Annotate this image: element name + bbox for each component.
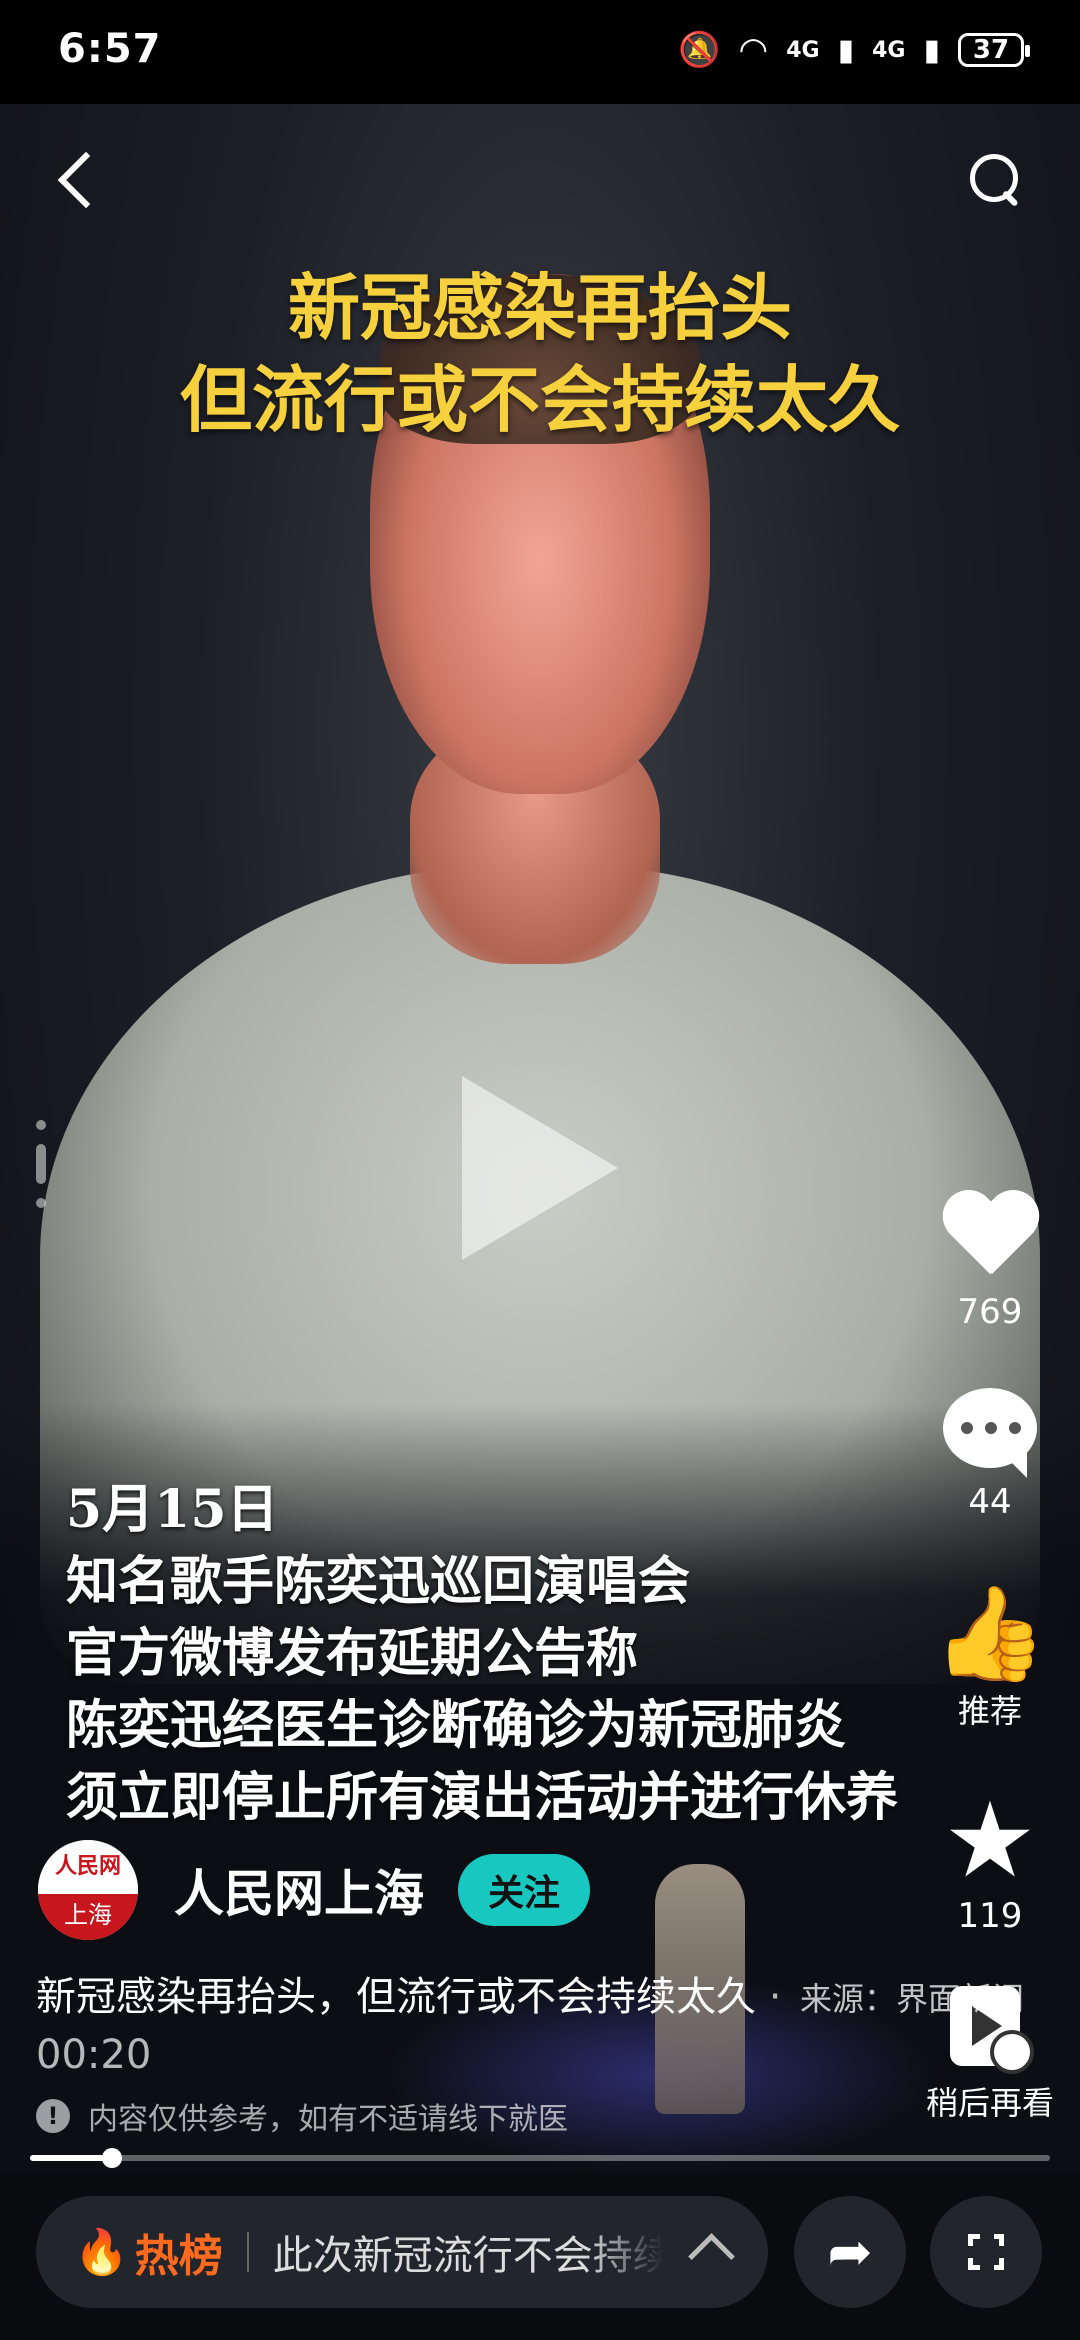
comment-count: 44 [968,1482,1012,1522]
status-bar: 6:57 🔕 ◠ 4G ▮ 4G ▮ 37 [0,0,1080,104]
caption-line: 须立即停止所有演出活动并进行休养 [66,1767,899,1828]
disclaimer: ! 内容仅供参考，如有不适请线下就医 [36,2094,568,2138]
thumb-up-icon: 👍 [932,1580,1048,1687]
search-button[interactable] [966,150,1026,210]
signal-icon-2: ▮ [923,32,940,68]
hot-list-text: 此次新冠流行不会持续太久 [272,2233,663,2279]
like-button[interactable]: 769 [930,1192,1050,1332]
caption-line: 官方微博发布延期公告称 [66,1623,639,1684]
avatar[interactable]: 人民网 上海 [38,1840,138,1940]
hot-list-bar[interactable]: 🔥 热榜 此次新冠流行不会持续太久 [36,2196,768,2308]
network-label-2: 4G [872,37,906,63]
side-drag-handle[interactable] [36,1120,46,1240]
caption-line: 知名歌手陈奕迅巡回演唱会 [66,1551,691,1612]
headline-line-2: 但流行或不会持续太久 [179,357,900,442]
comment-icon [943,1388,1037,1478]
disclaimer-text: 内容仅供参考，如有不适请线下就医 [88,2102,568,2137]
recommend-button[interactable]: 👍 推荐 [930,1588,1050,1732]
mute-icon: 🔕 [678,30,721,70]
signal-icon-1: ▮ [837,32,855,68]
heart-icon [940,1192,1040,1284]
author-row: 人民网 上海 人民网上海 关注 [38,1840,591,1940]
back-button[interactable] [50,144,110,214]
comment-button[interactable]: 44 [930,1388,1050,1522]
avatar-region-text: 上海 [38,1894,138,1940]
share-icon: ➦ [827,2220,873,2283]
follow-button[interactable]: 关注 [458,1854,591,1926]
bottom-bar: 🔥 热榜 此次新冠流行不会持续太久 ➦ [0,2174,1080,2340]
favorite-count: 119 [957,1896,1023,1936]
info-icon: ! [36,2099,70,2133]
video-description[interactable]: 新冠感染再抬头，但流行或不会持续太久 · 00:20 [36,1968,796,2084]
author-name[interactable]: 人民网上海 [174,1854,424,1926]
video-title: 新冠感染再抬头，但流行或不会持续太久 [36,1974,756,2020]
favorite-button[interactable]: ★ 119 [930,1779,1050,1936]
video-headline: 新冠感染再抬头 但流行或不会持续太久 [0,262,1080,446]
star-icon: ★ [943,1779,1037,1901]
hot-list-label: 热榜 [134,2231,223,2282]
chevron-up-icon[interactable] [688,2233,735,2280]
avatar-logo-text: 人民网 [38,1840,138,1894]
divider [246,2232,249,2272]
flame-icon: 🔥 [74,2227,129,2278]
progress-bar[interactable] [30,2148,1050,2168]
recommend-label: 推荐 [957,1692,1022,1730]
play-icon[interactable] [462,1076,618,1260]
watch-later-label: 稍后再看 [925,2084,1054,2122]
share-button[interactable]: ➦ [794,2196,906,2308]
video-caption: 5月15日 知名歌手陈奕迅巡回演唱会 官方微博发布延期公告称 陈奕迅经医生诊断确… [66,1474,1006,1834]
caption-line: 5月15日 [66,1479,279,1540]
battery-icon: 37 [958,33,1030,67]
like-count: 769 [957,1292,1023,1332]
status-icons: 🔕 ◠ 4G ▮ 4G ▮ 37 [678,30,1030,70]
headline-line-1: 新冠感染再抬头 [287,265,792,350]
progress-knob[interactable] [101,2148,122,2168]
wifi-icon: ◠ [738,30,769,70]
fullscreen-button[interactable] [930,2196,1042,2308]
progress-fill [30,2155,112,2161]
source-label: 来源：界面新闻 [800,1980,1025,2018]
caption-line: 陈奕迅经医生诊断确诊为新冠肺炎 [66,1695,847,1756]
network-label-1: 4G [786,37,820,63]
status-time: 6:57 [58,26,162,72]
